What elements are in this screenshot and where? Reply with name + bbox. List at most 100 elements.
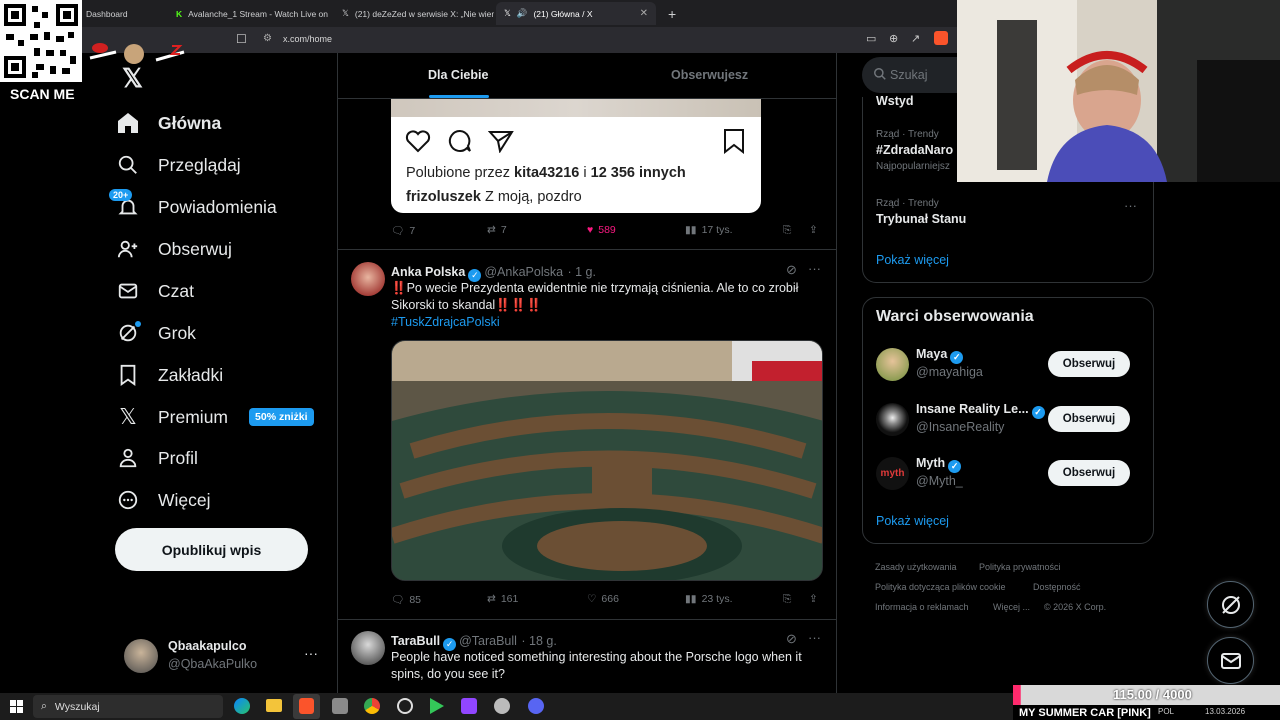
site-info-icon[interactable]: ⚙ <box>263 33 272 44</box>
trend-name: #ZdradaNaro <box>876 143 954 157</box>
trend-item[interactable]: Rząd · Trendy Trybunał Stanu ··· <box>876 198 1142 226</box>
trend-item[interactable]: Wstyd <box>876 94 914 108</box>
stream-title: MY SUMMER CAR [PINK] <box>1019 707 1151 719</box>
tab-for-you[interactable]: Dla Ciebie <box>428 68 488 82</box>
like-button[interactable]: ♥ 589 <box>587 224 616 236</box>
tweet-time[interactable]: · 1 g. <box>568 265 597 279</box>
messages-float-button[interactable] <box>1207 637 1254 684</box>
tab-x-home[interactable]: 𝕏 🔊 (21) Główna / X ✕ <box>496 2 656 25</box>
post-button[interactable]: Opublikuj wpis <box>115 528 308 571</box>
obs-icon[interactable] <box>397 698 413 714</box>
suggestion-handle: @mayahiga <box>916 365 983 379</box>
footer-more[interactable]: Więcej ... <box>993 602 1030 612</box>
screencast-icon[interactable]: ▭ <box>866 32 876 45</box>
repost-button[interactable]: ⇄ 7 <box>487 224 507 236</box>
nav-bookmarks[interactable]: Zakładki <box>115 356 223 394</box>
grok-float-button[interactable] <box>1207 581 1254 628</box>
nav-explore[interactable]: Przeglądaj <box>115 146 241 184</box>
kick-icon: K <box>176 8 183 19</box>
account-switcher[interactable]: Qbaakapulco @QbaAkaPulko ··· <box>124 639 330 677</box>
follow-suggestion[interactable]: Insane Reality Le... ✓ @InsaneReality Obs… <box>876 400 1142 440</box>
tweet-image[interactable] <box>391 340 823 581</box>
more-dots-icon[interactable]: ··· <box>1124 198 1137 213</box>
follow-button[interactable]: Obserwuj <box>1048 406 1130 432</box>
views-button[interactable]: ▮▮ 17 tys. <box>685 224 733 236</box>
tab-dashboard[interactable]: Dashboard <box>78 2 168 25</box>
avatar <box>876 348 909 381</box>
tweet-handle[interactable]: @TaraBull <box>459 634 517 648</box>
send-icon <box>487 129 514 158</box>
nav-home[interactable]: Główna <box>115 104 221 142</box>
grok-icon[interactable]: ⊘ <box>786 631 797 647</box>
nav-notifications[interactable]: 20+ Powiadomienia <box>109 188 277 226</box>
tab-following[interactable]: Obserwujesz <box>671 68 748 82</box>
follow-button[interactable]: Obserwuj <box>1048 460 1130 486</box>
tab-dezezed[interactable]: 𝕏 (21) deZeZed w serwisie X: „Nie wiem <box>334 2 494 25</box>
bookmark-button[interactable]: ⎘ <box>783 224 791 237</box>
footer-accessibility[interactable]: Dostępność <box>1033 582 1081 592</box>
discord-icon[interactable] <box>528 698 544 714</box>
avatar[interactable] <box>351 631 385 665</box>
embedded-instagram-card[interactable]: Polubione przez kita43216 i 12 356 innyc… <box>391 99 761 213</box>
hashtag-link[interactable]: #TuskZdrajcaPolski <box>391 314 821 331</box>
trend-meta: Rząd · Trendy <box>876 198 939 209</box>
bookmark-button[interactable]: ⎘ <box>783 593 791 606</box>
reply-button[interactable]: 🗨 7 <box>391 224 415 238</box>
repost-button[interactable]: ⇄ 161 <box>487 593 518 605</box>
nav-grok[interactable]: Grok <box>115 314 196 352</box>
follow-button[interactable]: Obserwuj <box>1048 351 1130 377</box>
nav-follow[interactable]: Obserwuj <box>115 230 232 268</box>
new-tab-button[interactable]: + <box>660 2 680 25</box>
follow-suggestion[interactable]: myth Myth ✓ @Myth_ Obserwuj <box>876 454 1142 494</box>
views-button[interactable]: ▮▮ 23 tys. <box>685 593 733 605</box>
share-button[interactable]: ⇪ <box>809 224 818 236</box>
more-dots-icon[interactable]: ··· <box>808 630 821 645</box>
views-icon: ▮▮ <box>685 224 697 236</box>
reply-button[interactable]: 🗨 85 <box>391 593 421 607</box>
tweet-author-name[interactable]: TaraBull <box>391 634 440 648</box>
follow-suggestion[interactable]: Maya ✓ @mayahiga Obserwuj <box>876 345 1142 385</box>
taskbar-active-app[interactable] <box>293 694 320 719</box>
steam-icon[interactable] <box>494 698 510 714</box>
url-field[interactable]: x.com/home <box>283 34 332 44</box>
taskbar-search[interactable]: ⌕ Wyszukaj <box>33 695 223 718</box>
app-icon[interactable] <box>332 698 348 714</box>
zoom-icon[interactable]: ⊕ <box>889 32 898 45</box>
brave-shield-icon[interactable] <box>934 31 948 45</box>
play-icon[interactable] <box>430 698 444 714</box>
suggestion-name: Myth ✓ <box>916 456 964 473</box>
tab-avalanche-stream[interactable]: K Avalanche_1 Stream - Watch Live on <box>168 2 328 25</box>
share-button[interactable]: ⇪ <box>809 593 818 605</box>
tweet-time[interactable]: · 18 g. <box>521 634 556 648</box>
nav-profile[interactable]: Profil <box>115 439 198 477</box>
tweet-handle[interactable]: @AnkaPolska <box>484 265 563 279</box>
windows-start-icon[interactable] <box>10 700 23 718</box>
footer-privacy[interactable]: Polityka prywatności <box>979 562 1061 572</box>
show-more-trends[interactable]: Pokaż więcej <box>876 253 949 267</box>
show-more-follow[interactable]: Pokaż więcej <box>876 514 949 528</box>
chrome-icon[interactable] <box>364 698 380 714</box>
tweet-author-name[interactable]: Anka Polska <box>391 265 465 279</box>
bookmark-page-icon[interactable]: ☐ <box>236 32 247 46</box>
folder-icon[interactable] <box>266 699 282 712</box>
avatar[interactable] <box>351 262 385 296</box>
avatar <box>876 403 909 436</box>
nav-premium[interactable]: 𝕏 Premium 50% zniżki <box>115 398 314 436</box>
footer-ads[interactable]: Informacja o reklamach <box>875 602 969 612</box>
share-icon: ⇪ <box>809 593 818 605</box>
close-tab-icon[interactable]: ✕ <box>640 8 648 19</box>
grok-icon[interactable]: ⊘ <box>786 262 797 278</box>
twitch-icon[interactable] <box>461 698 477 714</box>
nav-more[interactable]: Więcej <box>115 481 211 519</box>
like-button[interactable]: ♡ 666 <box>587 593 619 605</box>
more-dots-icon[interactable]: ··· <box>808 261 821 276</box>
nav-label: Główna <box>158 112 222 133</box>
nav-chat[interactable]: Czat <box>115 272 194 310</box>
divider <box>338 249 836 250</box>
trend-item[interactable]: Rząd · Trendy #ZdradaNaro Najpopularniej… <box>876 129 953 172</box>
share-icon[interactable]: ↗ <box>911 32 920 45</box>
footer-terms[interactable]: Zasady użytkowania <box>875 562 957 572</box>
edge-icon[interactable] <box>234 698 250 714</box>
reply-icon: 🗨 <box>391 225 405 237</box>
footer-cookies[interactable]: Polityka dotycząca plików cookie <box>875 582 1006 592</box>
